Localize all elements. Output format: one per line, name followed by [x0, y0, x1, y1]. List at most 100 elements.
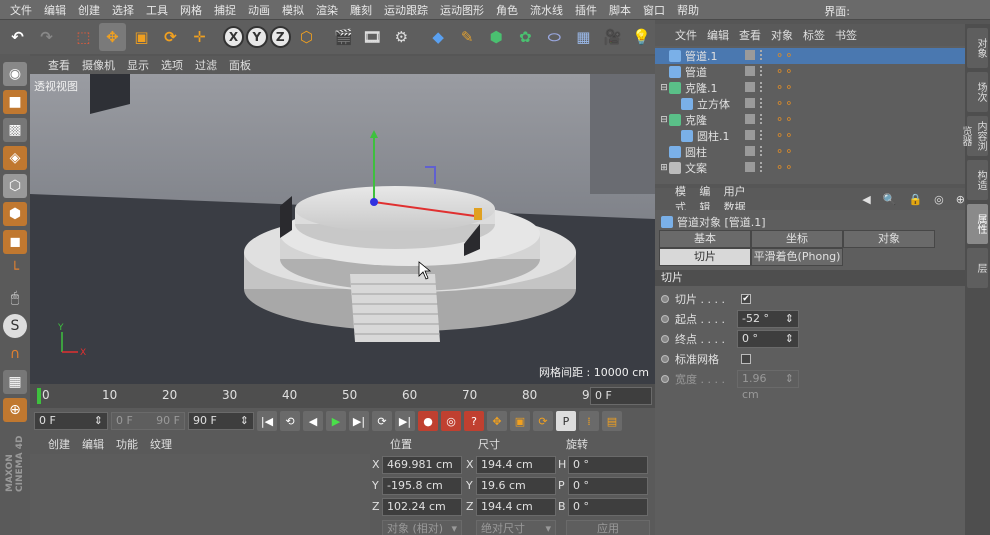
object-row[interactable]: 管道 ⚬⚬ [655, 64, 965, 80]
perspective-viewport[interactable]: Y X 透视视图 网格间距 : 10000 cm [30, 74, 655, 384]
side-tab[interactable]: 构造 [967, 160, 988, 200]
viewport-menu-item[interactable]: 面板 [229, 57, 251, 73]
camera-icon[interactable]: 🎥 [599, 23, 626, 51]
timeline-ruler[interactable]: 0102030405060708090 [30, 384, 597, 408]
viewport-menu-item[interactable]: 显示 [127, 57, 149, 73]
phong-tag-icon[interactable]: ⚬⚬ [775, 97, 793, 110]
record-icon[interactable]: ● [418, 411, 438, 431]
attribute-tab[interactable]: 平滑着色(Phong) [751, 248, 843, 266]
menu-item[interactable]: 角色 [490, 2, 524, 18]
phong-tag-icon[interactable]: ⚬⚬ [775, 129, 793, 142]
magnet-icon[interactable]: ∩ [3, 342, 27, 366]
apply-button[interactable]: 应用 [566, 520, 650, 535]
min-frame-field[interactable]: 0 F 90 F [111, 412, 185, 430]
key-position-icon[interactable]: ✥ [487, 411, 507, 431]
pen-spline-icon[interactable]: ✎ [454, 23, 481, 51]
render-toggle-icon[interactable] [760, 98, 764, 108]
light-icon[interactable]: 💡 [628, 23, 655, 51]
scale-tool-icon[interactable]: ▣ [128, 23, 155, 51]
phong-tag-icon[interactable]: ⚬⚬ [775, 113, 793, 126]
cloner-icon[interactable]: ✿ [512, 23, 539, 51]
attribute-tab[interactable]: 对象 [843, 230, 935, 248]
tree-expander[interactable]: ⊟ [659, 83, 669, 93]
material-menu-item[interactable]: 纹理 [150, 436, 172, 452]
object-row[interactable]: 圆柱 ⚬⚬ [655, 144, 965, 160]
phong-tag-icon[interactable]: ⚬⚬ [775, 145, 793, 158]
tree-expander[interactable]: ⊞ [659, 163, 669, 173]
size-field[interactable]: 194.4 cm [476, 456, 556, 474]
size-field[interactable]: 194.4 cm [476, 498, 556, 516]
render-toggle-icon[interactable] [760, 146, 764, 156]
render-settings-icon[interactable]: ⚙ [388, 23, 415, 51]
side-tab[interactable]: 场次 [967, 72, 988, 112]
side-tab[interactable]: 对象 [967, 28, 988, 68]
side-tab[interactable]: 层 [967, 248, 988, 288]
animate-radio[interactable] [661, 295, 669, 303]
render-view-icon[interactable]: 🎬 [330, 23, 357, 51]
menu-item[interactable]: 窗口 [637, 2, 671, 18]
menu-item[interactable]: 网格 [174, 2, 208, 18]
playhead[interactable] [37, 388, 41, 404]
size-field[interactable]: 19.6 cm [476, 477, 556, 495]
edges-mode-icon[interactable]: ⬢ [3, 202, 27, 226]
phong-tag-icon[interactable]: ⚬⚬ [775, 161, 793, 174]
rotation-field[interactable]: 0 ° [568, 498, 648, 516]
menu-item[interactable]: 雕刻 [344, 2, 378, 18]
rotation-field[interactable]: 0 ° [568, 456, 648, 474]
timeline[interactable]: 0102030405060708090 0 F [30, 384, 655, 408]
visibility-toggle-icon[interactable] [745, 82, 755, 92]
visibility-toggle-icon[interactable] [745, 146, 755, 156]
render-toggle-icon[interactable] [760, 82, 764, 92]
end-frame-field[interactable]: 90 F ⇕ [188, 412, 254, 430]
phong-tag-icon[interactable]: ⚬⚬ [775, 81, 793, 94]
side-tab[interactable]: 属性 [967, 204, 988, 244]
object-menu-item[interactable]: 文件 [675, 27, 697, 43]
key-param-icon[interactable]: P [556, 411, 576, 431]
settings-icon[interactable]: ◎ [934, 193, 944, 206]
render-picture-viewer-icon[interactable]: 🎞 [359, 23, 386, 51]
object-row[interactable]: 管道.1 ⚬⚬ [655, 48, 965, 64]
make-editable-icon[interactable]: ◉ [3, 62, 27, 86]
property-field[interactable]: -52 ° ⇕ [737, 310, 799, 328]
key-scale-icon[interactable]: ▣ [510, 411, 530, 431]
keyframe-selection-icon[interactable]: ? [464, 411, 484, 431]
material-menu-item[interactable]: 创建 [48, 436, 70, 452]
snap-icon[interactable]: S [3, 314, 27, 338]
lock-workplane-icon[interactable]: ⊕ [3, 398, 27, 422]
menu-item[interactable]: 文件 [4, 2, 38, 18]
property-field[interactable]: 0 ° ⇕ [737, 330, 799, 348]
tweak-mode-icon[interactable]: 🖱 [3, 286, 27, 310]
side-tab[interactable]: 内容浏览器 [960, 116, 988, 156]
visibility-toggle-icon[interactable] [745, 114, 755, 124]
render-toggle-icon[interactable] [760, 50, 764, 60]
object-menu-item[interactable]: 对象 [771, 27, 793, 43]
position-field[interactable]: 469.981 cm [382, 456, 462, 474]
material-menu-item[interactable]: 功能 [116, 436, 138, 452]
prev-key-icon[interactable]: ⟲ [280, 411, 300, 431]
menu-item[interactable]: 选择 [106, 2, 140, 18]
axis-mode-icon[interactable]: └ [3, 258, 27, 282]
transform-tool-icon[interactable]: ✛ [186, 23, 213, 51]
animate-radio[interactable] [661, 315, 669, 323]
property-field[interactable]: 1.96 cm ⇕ [737, 370, 799, 401]
object-row[interactable]: 立方体 ⚬⚬ [655, 96, 965, 112]
visibility-toggle-icon[interactable] [745, 162, 755, 172]
points-mode-icon[interactable]: ⬡ [3, 174, 27, 198]
timeline-window-icon[interactable]: ▤ [602, 411, 622, 431]
workplane-mode-icon[interactable]: ◈ [3, 146, 27, 170]
phong-tag-icon[interactable]: ⚬⚬ [775, 49, 793, 62]
menu-item[interactable]: 渲染 [310, 2, 344, 18]
menu-item[interactable]: 流水线 [524, 2, 569, 18]
undo-icon[interactable]: ↶ [4, 23, 31, 51]
attribute-tab[interactable]: 切片 [659, 248, 751, 266]
tree-expander[interactable]: ⊟ [659, 115, 669, 125]
rotate-tool-icon[interactable]: ⟳ [157, 23, 184, 51]
next-frame-icon[interactable]: ▶| [349, 411, 369, 431]
redo-icon[interactable]: ↷ [33, 23, 60, 51]
coordinate-mode-select[interactable]: 对象 (相对) ▾ [382, 520, 462, 535]
x-axis-lock-button[interactable]: X [222, 26, 245, 48]
object-menu-item[interactable]: 编辑 [707, 27, 729, 43]
floor-icon[interactable]: ▦ [570, 23, 597, 51]
property-checkbox[interactable]: ✔ [741, 294, 751, 304]
viewport-menu-item[interactable]: 过滤 [195, 57, 217, 73]
